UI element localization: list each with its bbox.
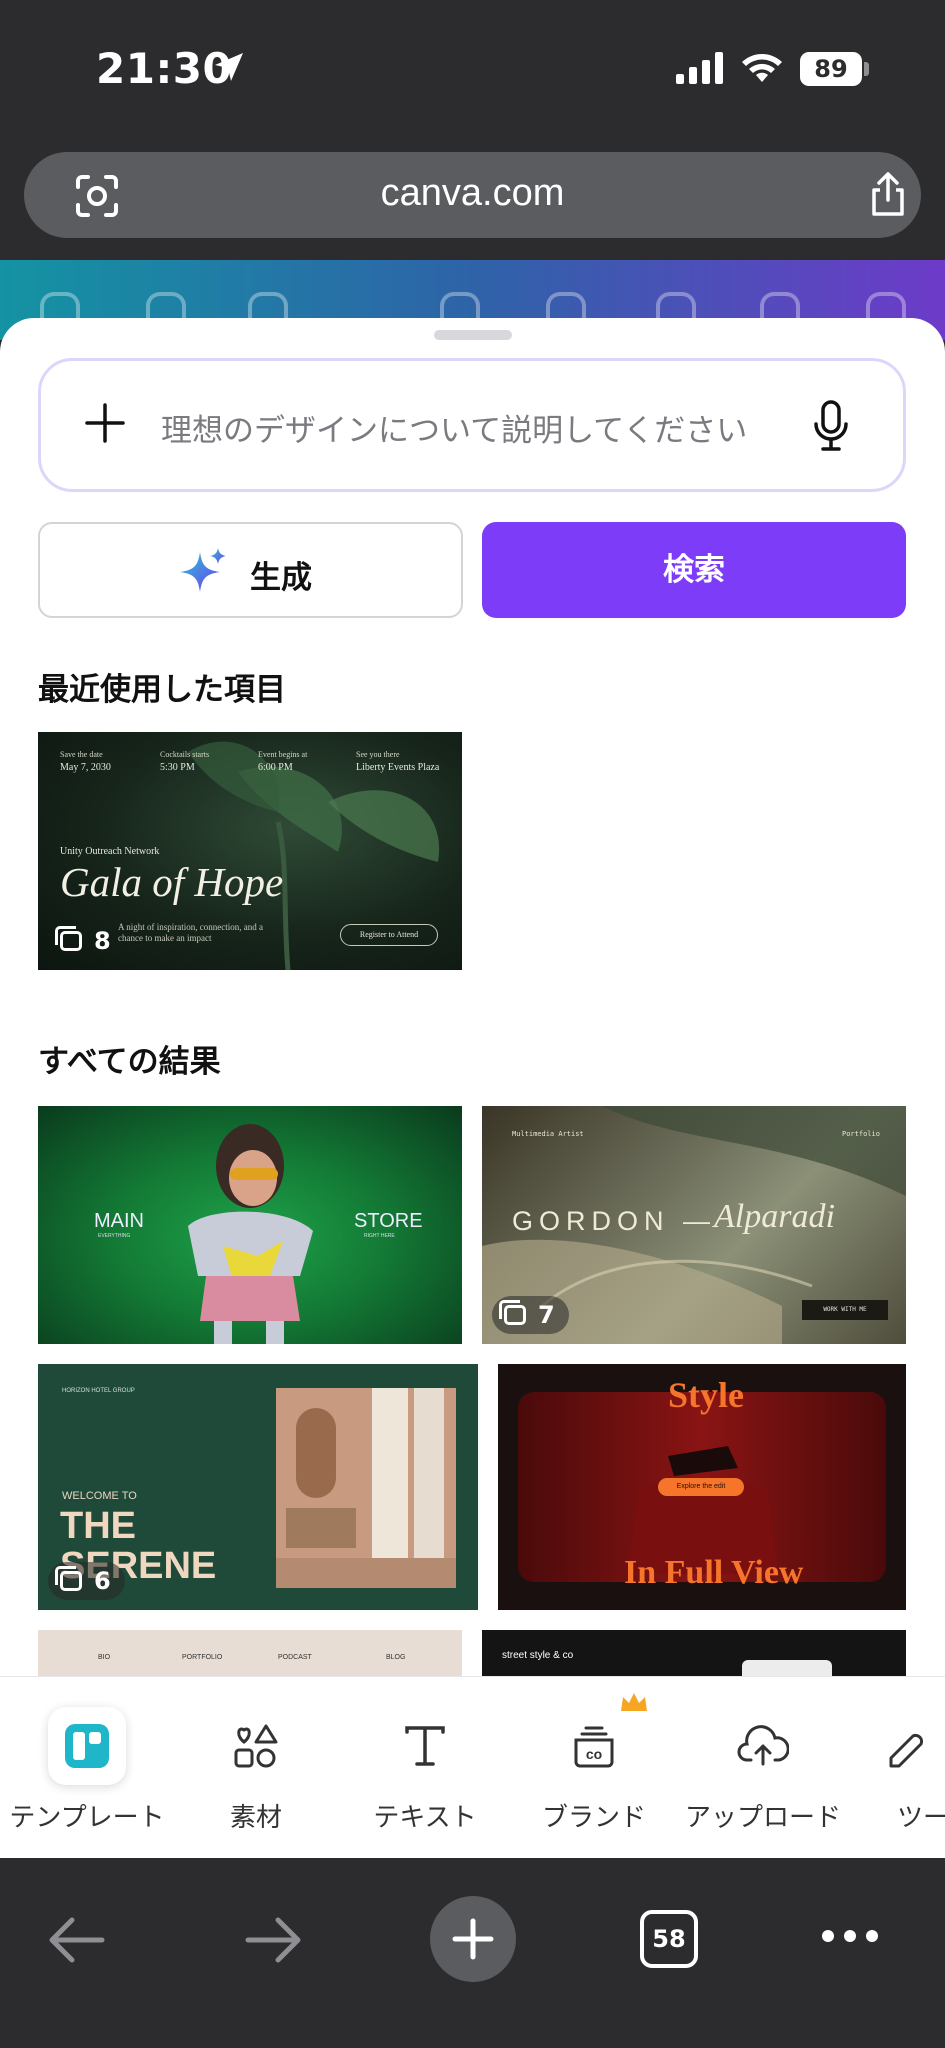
sheet-grabber[interactable] [434,330,512,340]
tab-templates[interactable]: テンプレート [2,1677,172,1859]
nav-portfolio: PORTFOLIO [182,1654,223,1661]
page-count-badge: 6 [48,1562,125,1600]
explore-cta: Explore the edit [658,1478,744,1496]
new-tab-button[interactable] [430,1896,516,1982]
tab-text[interactable]: テキスト [340,1677,510,1859]
prompt-placeholder[interactable]: 理想のデザインについて説明してください [161,405,747,450]
nav-bio: BIO [98,1654,111,1661]
location-arrow-icon [215,53,243,81]
template-panel: 理想のデザインについて説明してください 生成 検索 最近使用した項目 Save … [0,318,945,1858]
tag-left: Multimedia Artist [512,1130,584,1138]
result-gordon-portfolio[interactable]: Multimedia Artist Portfolio GORDON — Alp… [482,1106,906,1344]
result-the-serene[interactable]: HORIZON HOTEL GROUP WELCOME TO THE SEREN… [38,1364,478,1610]
nav-podcast: PODCAST [278,1654,312,1661]
cellular-signal-icon [676,52,723,84]
more-options-icon[interactable] [820,1928,880,1944]
template-icon [48,1707,126,1785]
date-value-4: Liberty Events Plaza [356,762,440,773]
sparkle-icon [180,548,226,592]
elements-icon [217,1707,295,1785]
tab-brand-label: ブランド [541,1803,646,1833]
tab-uploads-label: アップロード [684,1803,841,1833]
tag-right: Portfolio [842,1130,880,1138]
svg-text:co: co [586,1746,602,1762]
screen: 21:30 89 canva.com 理想のデザインについて説明してください 生… [0,0,945,2048]
style-subtitle: In Full View [624,1554,804,1591]
design-title: Gala of Hope [60,859,284,905]
headline: GORDON — [512,1206,717,1236]
status-bar: 21:30 89 [0,0,945,140]
design-tagline: A night of inspiration, connection, and … [118,922,263,943]
left-word: MAIN [94,1210,144,1232]
generate-label: 生成 [250,560,312,596]
pages-icon [499,1300,526,1325]
url-text[interactable]: canva.com [24,172,921,215]
date-label-4: See you there [356,750,400,759]
date-value-2: 5:30 PM [160,762,195,773]
page-count-badge: 7 [492,1296,569,1334]
text-icon [386,1707,464,1785]
microphone-icon[interactable] [813,399,849,453]
right-subword: RIGHT HERE [364,1233,395,1239]
results-section-title: すべての結果 [38,1044,221,1080]
welcome-text: WELCOME TO [62,1490,137,1502]
recent-section-title: 最近使用した項目 [38,672,286,708]
page-count-badge: 8 [48,922,125,960]
tab-tools-label: ツー [897,1803,945,1833]
share-icon[interactable] [866,170,910,220]
tabs-button[interactable]: 58 [640,1910,698,1968]
editor-tool-tabs: テンプレート 素材 テキスト co ブランド アップロード ツー [0,1676,945,1858]
left-subword: EVERYTHING [98,1233,131,1239]
date-value-1: May 7, 2030 [60,762,111,773]
nav-blog: BLOG [386,1654,406,1661]
headline-line-1: THE [60,1505,136,1547]
org-name: Unity Outreach Network [60,846,160,857]
recent-design-gala-of-hope[interactable]: Save the date May 7, 2030 Cocktails star… [38,732,462,970]
generate-button[interactable]: 生成 [38,522,463,618]
browser-toolbar: 58 [0,1858,945,2048]
result-main-store[interactable]: MAIN EVERYTHING STORE RIGHT HERE [38,1106,462,1344]
tab-elements[interactable]: 素材 [171,1677,341,1859]
tools-icon [868,1707,945,1785]
add-icon[interactable] [85,403,125,443]
date-label-1: Save the date [60,750,103,759]
design-prompt-input[interactable]: 理想のデザインについて説明してください [38,358,906,492]
tab-elements-label: 素材 [229,1803,282,1833]
right-word: STORE [354,1210,423,1232]
tab-uploads[interactable]: アップロード [678,1677,848,1859]
pages-icon [55,1566,82,1591]
tab-text-label: テキスト [373,1803,477,1833]
script-name: Alparadi [714,1198,835,1235]
pages-icon [55,926,82,951]
page-count: 8 [94,927,111,955]
upload-icon [724,1707,802,1785]
wifi-icon [742,54,782,82]
forward-arrow-icon[interactable] [244,1914,304,1966]
date-label-3: Event begins at [258,750,308,759]
battery-tip [864,62,869,76]
back-arrow-icon[interactable] [46,1914,106,1966]
result-style-in-full-view[interactable]: Style Explore the edit In Full View [498,1364,906,1610]
date-value-3: 6:00 PM [258,762,293,773]
page-count: 6 [94,1567,111,1595]
plus-icon [452,1918,494,1960]
tab-brand[interactable]: co ブランド [509,1677,679,1859]
battery-level: 89 [800,52,862,86]
brand-icon: co [555,1707,633,1785]
interior-photo [276,1388,456,1588]
page-count: 7 [538,1301,555,1329]
street-style-tag: street style & co [502,1650,574,1661]
brand-name: HORIZON HOTEL GROUP [62,1388,135,1394]
tab-tools[interactable]: ツー [847,1677,945,1859]
tab-templates-label: テンプレート [9,1803,165,1833]
work-cta: WORK WITH ME [802,1300,888,1320]
search-button[interactable]: 検索 [482,522,906,618]
register-cta: Register to Attend [340,924,438,946]
style-title: Style [668,1375,744,1415]
address-bar[interactable]: canva.com [24,152,921,238]
date-label-2: Cocktails starts [160,750,210,759]
